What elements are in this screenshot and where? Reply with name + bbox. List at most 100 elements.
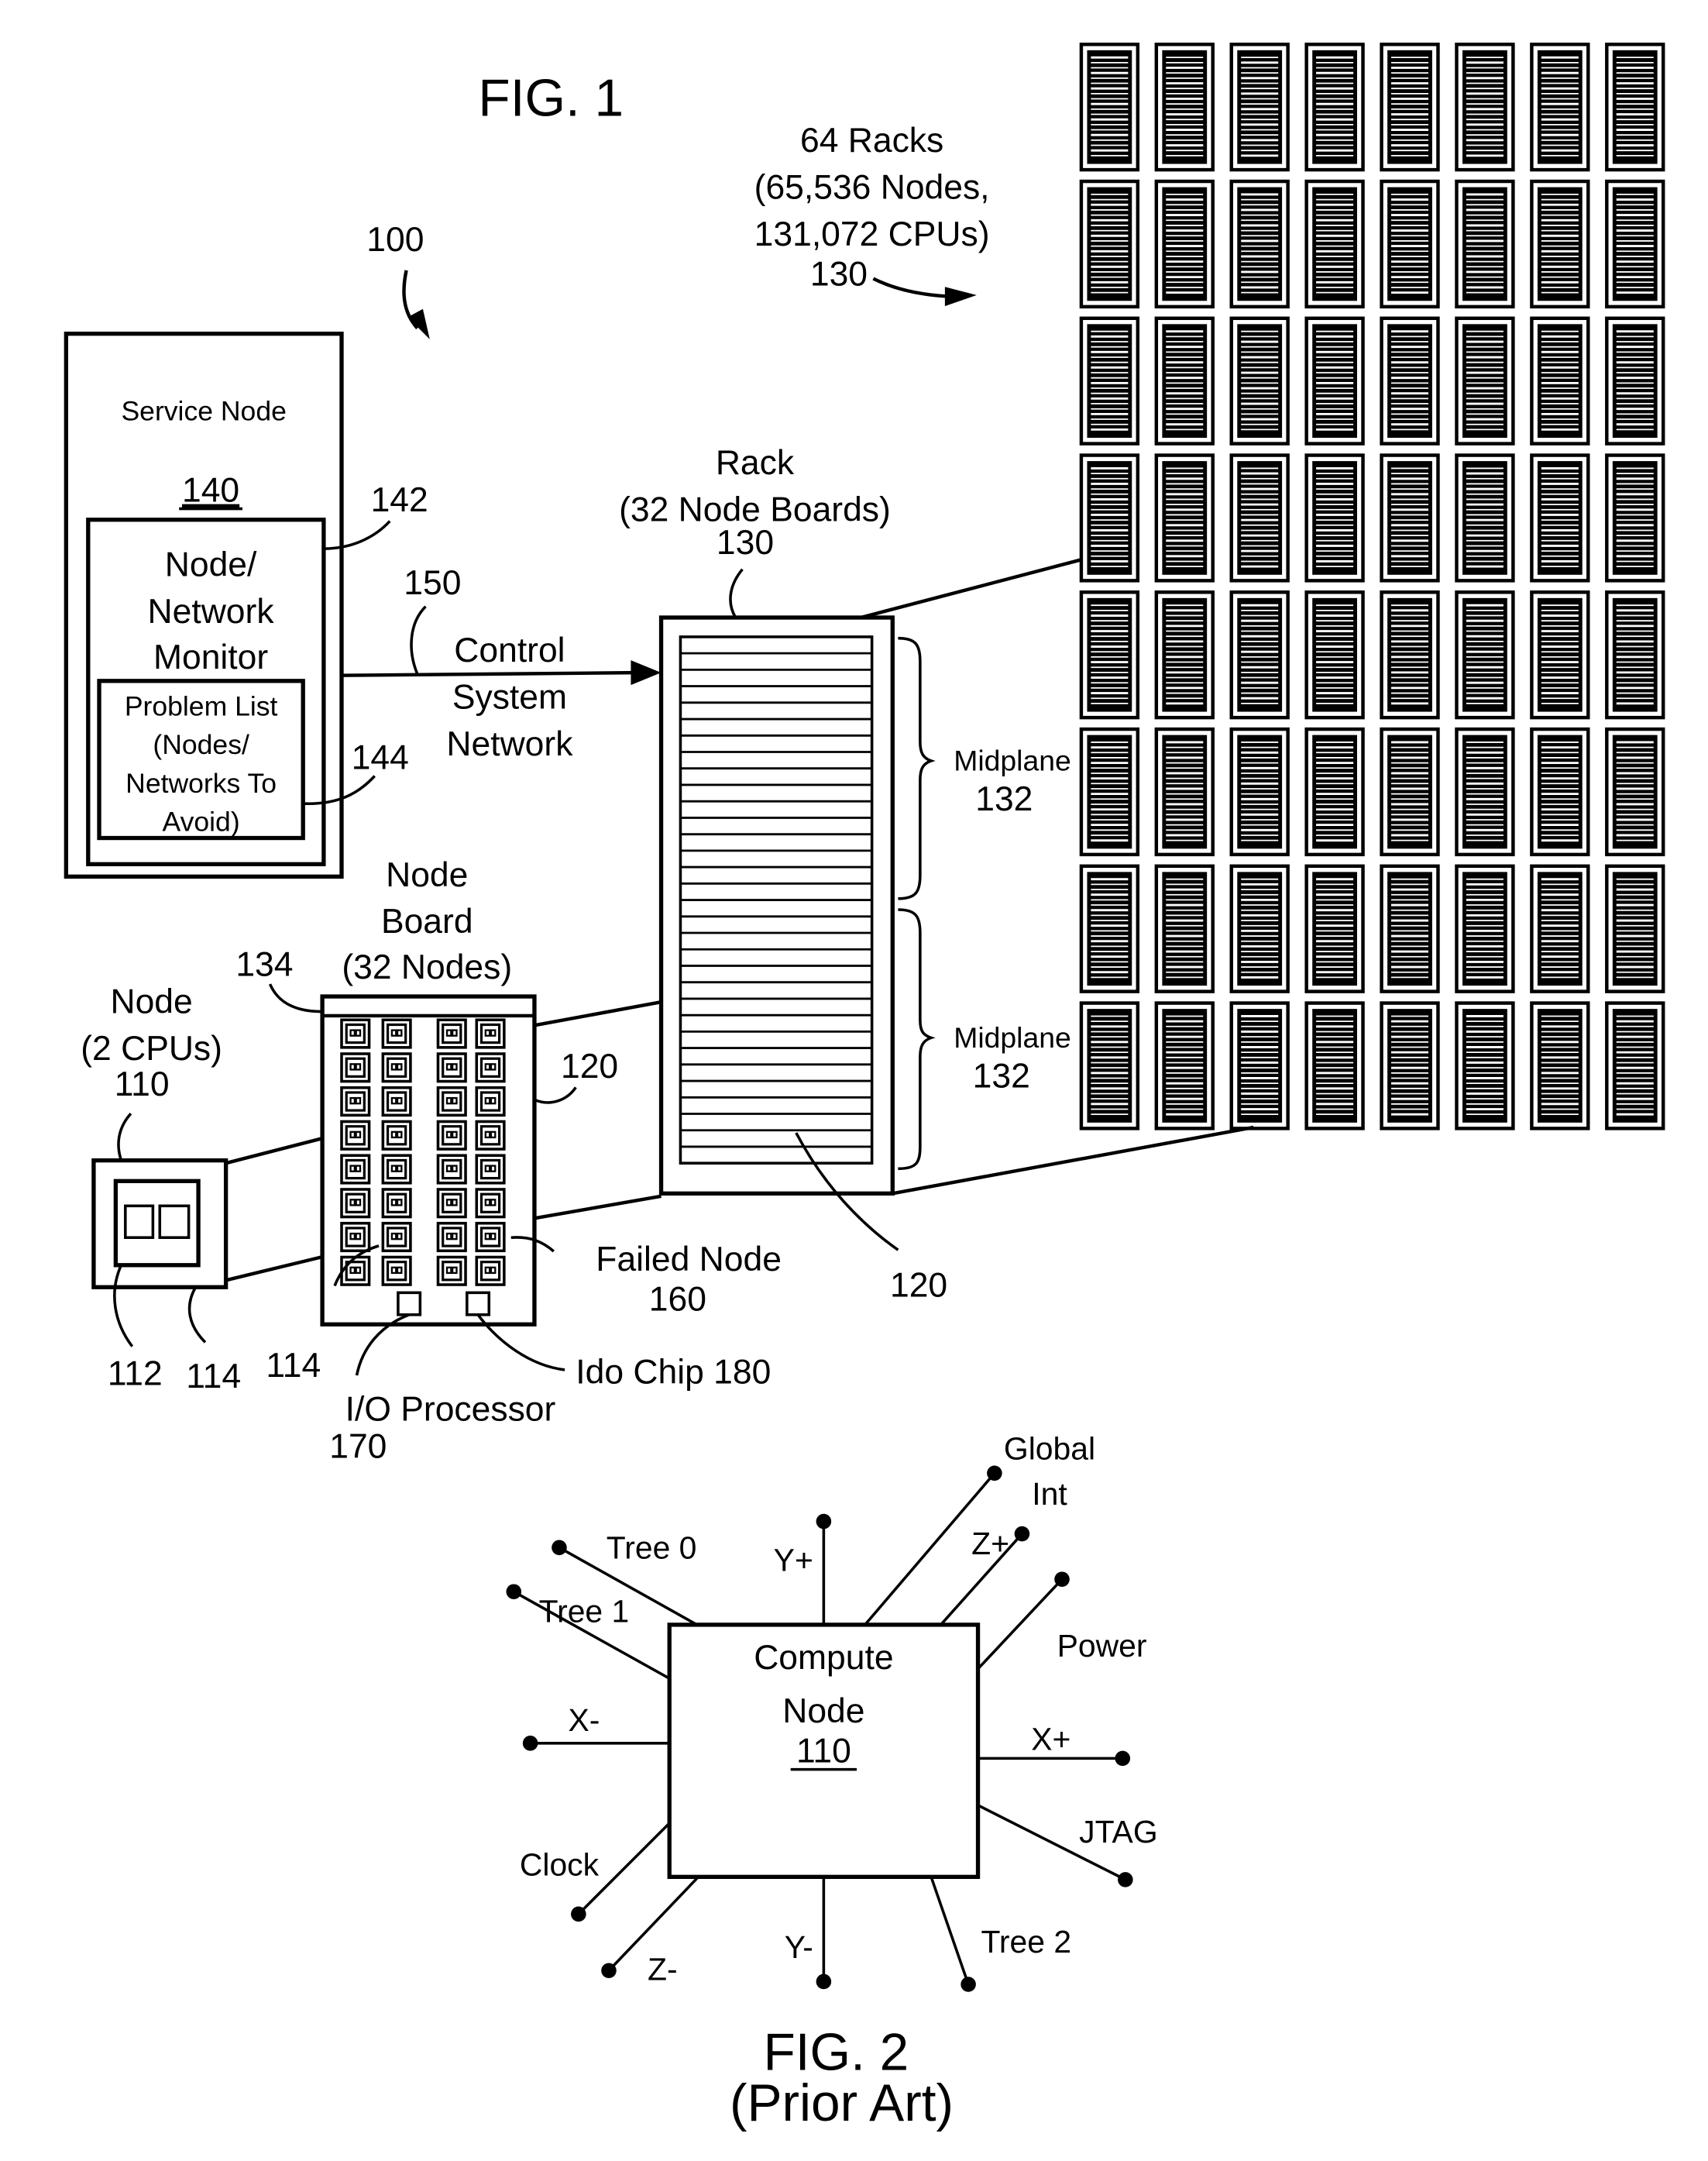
rack-boards-label: (32 Node Boards) bbox=[619, 491, 891, 529]
board-node bbox=[340, 1052, 371, 1083]
rack-unit bbox=[1530, 43, 1590, 172]
rack-unit bbox=[1229, 43, 1290, 172]
node-expand-line-top bbox=[225, 1137, 323, 1165]
connector-terminal-dot bbox=[816, 1513, 832, 1530]
rack-unit bbox=[1229, 316, 1290, 446]
board-node bbox=[475, 1052, 506, 1083]
rack-unit bbox=[1455, 453, 1515, 583]
ido-chip bbox=[466, 1291, 491, 1316]
monitor-ref-label: 142 bbox=[371, 481, 428, 519]
rack-unit bbox=[1380, 590, 1440, 720]
racks-nodes-label: (65,536 Nodes, bbox=[754, 168, 990, 206]
board-node bbox=[436, 1086, 467, 1117]
rack-unit bbox=[1079, 1001, 1140, 1130]
board-node bbox=[475, 1154, 506, 1185]
racks-ref-arrowhead bbox=[944, 287, 977, 307]
board-node bbox=[340, 1221, 371, 1253]
compute-node-line1: Compute bbox=[754, 1639, 893, 1677]
rack-unit bbox=[1079, 316, 1140, 446]
fig1-title: FIG. 1 bbox=[478, 70, 624, 128]
rack-unit bbox=[1530, 1001, 1590, 1130]
racks-count-label: 64 Racks bbox=[800, 122, 943, 160]
node-line1: Node bbox=[110, 982, 192, 1020]
connector-y-minus bbox=[816, 1877, 832, 1990]
racks-group-label: 64 Racks (65,536 Nodes, 131,072 CPUs) 13… bbox=[754, 122, 990, 307]
racks-ref-label: 130 bbox=[810, 255, 868, 293]
board-node bbox=[475, 1018, 506, 1049]
conn-label-tree1: Tree 1 bbox=[539, 1593, 630, 1629]
conn-label-y-plus: Y+ bbox=[774, 1543, 813, 1578]
node-board-ref-leader bbox=[268, 983, 323, 1013]
board-node bbox=[381, 1221, 412, 1253]
failed-node-label: Failed Node bbox=[596, 1241, 782, 1278]
rack-unit bbox=[1229, 179, 1290, 309]
service-node-ref: 140 bbox=[182, 472, 239, 510]
board-node bbox=[475, 1086, 506, 1117]
board-node bbox=[381, 1120, 412, 1151]
fig2-title: FIG. 2 bbox=[764, 2023, 909, 2081]
patent-drawing: FIG. 1 100 64 Racks (65,536 Nodes, 131,0… bbox=[64, 43, 1665, 2132]
rack-unit bbox=[1530, 316, 1590, 446]
node-board-board-ref: 120 bbox=[561, 1048, 618, 1086]
rack-unit bbox=[1304, 727, 1365, 857]
conn-label-power: Power bbox=[1057, 1628, 1147, 1664]
board-node bbox=[340, 1086, 371, 1117]
rack-unit bbox=[1380, 316, 1440, 446]
conn-label-tree0: Tree 0 bbox=[607, 1530, 697, 1566]
rack-unit bbox=[1455, 316, 1515, 446]
connector-terminal-dot bbox=[601, 1963, 617, 1979]
rack-unit bbox=[1380, 179, 1440, 309]
board-node bbox=[381, 1086, 412, 1117]
rack-unit bbox=[1304, 864, 1365, 993]
rack-unit bbox=[1079, 864, 1140, 993]
rack-unit bbox=[1605, 864, 1665, 993]
rack-unit bbox=[1229, 453, 1290, 583]
board-node bbox=[436, 1221, 467, 1253]
node-board-line3: (32 Nodes) bbox=[342, 948, 512, 986]
node-chip-ref: 114 bbox=[186, 1358, 241, 1395]
node: Node (2 CPUs) 110 112 114 bbox=[81, 982, 323, 1395]
rack-unit bbox=[1304, 453, 1365, 583]
board-expand-line-bottom bbox=[534, 1194, 662, 1220]
rack-unit bbox=[1605, 727, 1665, 857]
conn-label-clock: Clock bbox=[520, 1847, 600, 1883]
monitor-line3: Monitor bbox=[153, 638, 268, 676]
midplane-upper-label: Midplane bbox=[954, 744, 1071, 776]
node-ref-leader bbox=[117, 1112, 132, 1161]
board-node bbox=[381, 1188, 412, 1219]
node-expand-line-bottom bbox=[225, 1254, 323, 1282]
rack-unit bbox=[1154, 316, 1215, 446]
rack-unit bbox=[1530, 590, 1590, 720]
board-node bbox=[475, 1120, 506, 1151]
board-node bbox=[475, 1188, 506, 1219]
connector-terminal-dot bbox=[1115, 1750, 1131, 1767]
rack-unit bbox=[1605, 316, 1665, 446]
rack-unit bbox=[1154, 179, 1215, 309]
conn-label-tree2: Tree 2 bbox=[981, 1924, 1071, 1960]
board-node bbox=[381, 1255, 412, 1286]
node-board-ref: 134 bbox=[235, 945, 293, 983]
rack-unit bbox=[1304, 316, 1365, 446]
connector-terminal-dot bbox=[506, 1584, 522, 1600]
board-node bbox=[436, 1018, 467, 1049]
connector-terminal-dot bbox=[961, 1977, 976, 1992]
compute-node-ref: 110 bbox=[796, 1733, 851, 1770]
system-ref-label: 100 bbox=[366, 221, 424, 259]
racks-cpus-label: 131,072 CPUs) bbox=[754, 215, 990, 253]
board-node bbox=[340, 1154, 371, 1185]
board-node bbox=[340, 1255, 371, 1286]
rack-unit bbox=[1229, 1001, 1290, 1130]
rack-unit bbox=[1079, 453, 1140, 583]
midplane-brace-lower bbox=[898, 908, 936, 1171]
rack-unit bbox=[1304, 43, 1365, 172]
rack-unit bbox=[1605, 453, 1665, 583]
service-node: Service Node 140 Node/ Network Monitor P… bbox=[64, 332, 428, 879]
rack-label: Rack bbox=[716, 444, 795, 482]
node-line2: (2 CPUs) bbox=[81, 1030, 222, 1068]
problem-list-line3: Networks To bbox=[125, 768, 277, 799]
board-node bbox=[381, 1018, 412, 1049]
node-ref: 110 bbox=[115, 1065, 170, 1103]
rack-unit bbox=[1154, 727, 1215, 857]
rack-unit bbox=[1605, 590, 1665, 720]
connector-terminal-dot bbox=[1054, 1571, 1070, 1587]
